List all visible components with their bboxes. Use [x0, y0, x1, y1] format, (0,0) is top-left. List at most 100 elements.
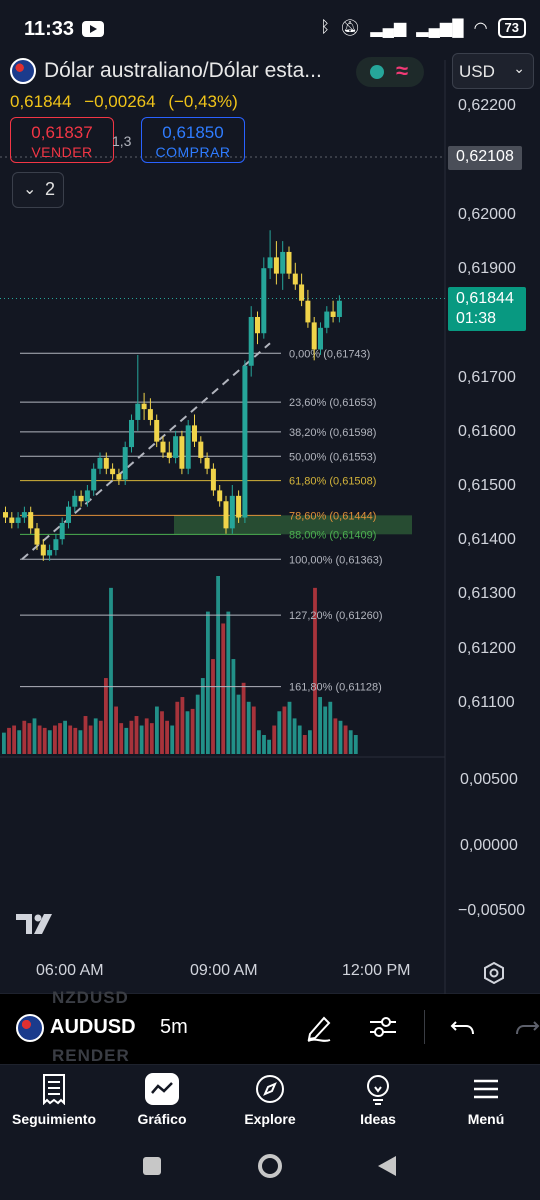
- fib-level-label: 0,00% (0,61743): [289, 348, 370, 360]
- volume-bar: [7, 727, 11, 754]
- x-tick-label: 09:00 AM: [190, 962, 258, 979]
- sell-price: 0,61837: [31, 123, 93, 142]
- candle-body: [147, 409, 153, 420]
- fib-level-label: 127,20% (0,61260): [289, 610, 383, 622]
- candle-body: [192, 425, 197, 442]
- chevron-down-icon: ⌄: [23, 181, 37, 198]
- volume-bar: [160, 711, 164, 754]
- candle-body: [336, 300, 342, 317]
- current-price-value: 0,61844: [456, 290, 514, 307]
- candle-body: [15, 517, 21, 523]
- candle-body: [103, 457, 109, 469]
- volume-bar: [292, 718, 297, 754]
- undo-icon[interactable]: [446, 1010, 480, 1044]
- volume-bar: [338, 720, 343, 754]
- price-change: −0,00264: [84, 92, 156, 111]
- symbol-header[interactable]: Dólar australiano/Dólar esta...: [10, 58, 322, 84]
- candle-body: [28, 512, 34, 529]
- market-status-pill[interactable]: ≈: [356, 57, 424, 87]
- candle-body: [248, 316, 254, 366]
- volume-bar: [109, 587, 113, 754]
- candle-body: [292, 273, 298, 285]
- y-tick-label: 0,62000: [458, 206, 516, 223]
- symbol-picker[interactable]: AUDUSD: [50, 1016, 136, 1039]
- indicators-settings-icon[interactable]: [366, 1010, 400, 1044]
- volume-bar: [348, 730, 353, 754]
- candle-body: [286, 251, 292, 274]
- candle-body: [21, 512, 27, 518]
- buy-label: COMPRAR: [155, 144, 231, 160]
- volume-bar: [170, 725, 175, 754]
- redo-icon[interactable]: [510, 1010, 540, 1044]
- volume-bar: [32, 718, 37, 754]
- y-tick-label: 0,61700: [458, 369, 516, 386]
- nav-label: Ideas: [360, 1111, 396, 1127]
- volume-bar: [308, 730, 312, 754]
- candle-body: [160, 441, 166, 453]
- volume-bar: [195, 694, 200, 754]
- volume-bar: [180, 697, 185, 754]
- tradingview-logo: [16, 914, 52, 934]
- drawing-pencil-icon[interactable]: [302, 1010, 336, 1044]
- volume-bar: [277, 711, 282, 754]
- buy-button[interactable]: 0,61850 COMPRAR: [141, 117, 245, 163]
- candle-body: [242, 365, 248, 518]
- candle-body: [66, 506, 71, 523]
- approx-icon: ≈: [396, 58, 409, 83]
- chart-settings-icon[interactable]: [483, 962, 505, 984]
- volume-bar: [139, 725, 144, 754]
- volume-bar: [17, 730, 22, 754]
- candle-body: [273, 257, 279, 274]
- interval-picker[interactable]: 5m: [160, 1016, 188, 1039]
- candle-body: [261, 268, 267, 334]
- volume-bar: [287, 701, 292, 754]
- volume-bar: [98, 720, 103, 754]
- volume-bar: [282, 706, 287, 754]
- buy-price: 0,61850: [162, 123, 224, 142]
- volume-bar: [149, 723, 154, 754]
- back-icon[interactable]: [376, 1154, 398, 1178]
- nav-item-menu[interactable]: Menú: [436, 1073, 536, 1127]
- candle-body: [3, 512, 8, 518]
- volume-bar: [119, 723, 124, 754]
- nav-item-explore[interactable]: Explore: [220, 1073, 320, 1127]
- indicator-count: 2: [45, 179, 56, 199]
- indicators-collapse-button[interactable]: ⌄ 2: [12, 172, 64, 208]
- bottom-nav: Seguimiento Gráfico Explore Ideas Menú: [0, 1064, 540, 1134]
- nav-item-seguimiento[interactable]: Seguimiento: [4, 1073, 104, 1127]
- volume-bar: [267, 739, 271, 754]
- volume-bar: [328, 701, 333, 754]
- candle-body: [122, 447, 128, 480]
- candle-body: [110, 468, 116, 475]
- candle-body: [166, 452, 172, 458]
- volume-bar: [323, 706, 328, 754]
- ghost-symbol-below: RENDER: [52, 1046, 130, 1065]
- osc-tick-label: 0,00000: [460, 837, 518, 854]
- volume-bar: [262, 735, 266, 754]
- home-icon[interactable]: [256, 1154, 284, 1182]
- nav-item-ideas[interactable]: Ideas: [328, 1073, 428, 1127]
- volume-bar: [231, 659, 236, 754]
- candle-body: [210, 468, 216, 491]
- volume-bar: [272, 725, 277, 754]
- volume-bar: [83, 716, 88, 754]
- volume-bar: [37, 725, 42, 754]
- currency-select[interactable]: USD ⌄: [452, 53, 534, 89]
- y-tick-label: 0,61200: [458, 640, 516, 657]
- symbol-title[interactable]: Dólar australiano/Dólar esta...: [44, 59, 322, 83]
- y-tick-label: 0,61500: [458, 477, 516, 494]
- volume-bar: [22, 720, 27, 754]
- bar-countdown: 01:38: [456, 310, 497, 327]
- candle-body: [318, 327, 323, 350]
- nav-item-grafico[interactable]: Gráfico: [112, 1073, 212, 1127]
- candle-body: [198, 441, 204, 458]
- recents-icon[interactable]: [140, 1154, 164, 1178]
- volume-bar: [353, 735, 358, 754]
- volume-bar: [93, 718, 98, 754]
- volume-bar: [53, 725, 57, 754]
- candle-body: [59, 522, 65, 540]
- volume-bar: [200, 678, 205, 754]
- candle-body: [47, 550, 53, 556]
- sell-button[interactable]: 0,61837 VENDER: [10, 117, 114, 163]
- volume-bar: [78, 730, 83, 754]
